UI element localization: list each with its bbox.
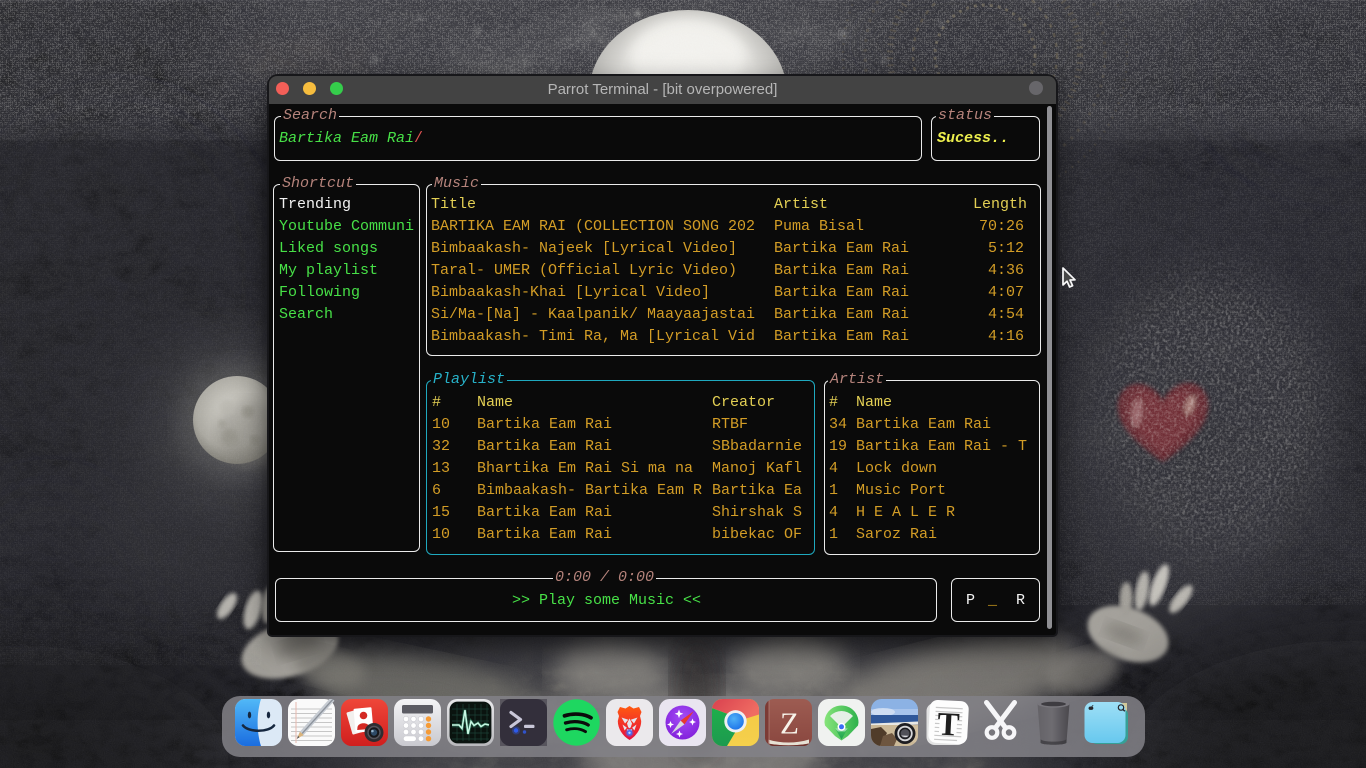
svg-text:T: T — [936, 706, 960, 743]
svg-text:Z: Z — [780, 706, 799, 741]
